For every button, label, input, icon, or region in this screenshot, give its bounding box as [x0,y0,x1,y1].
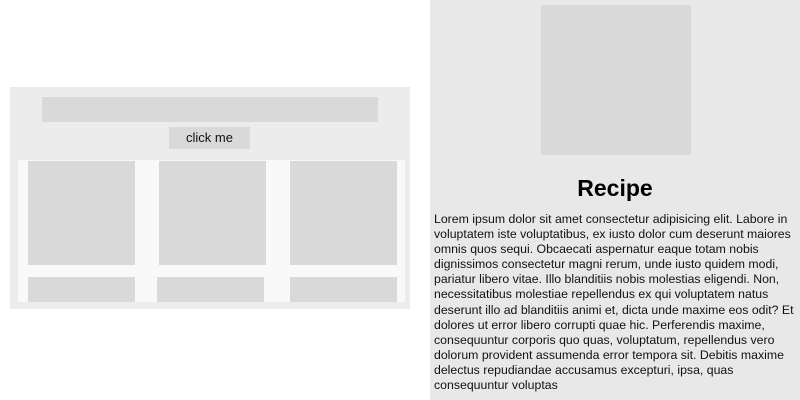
recipe-image-placeholder [541,5,691,155]
grid-tile [159,161,266,265]
tile-grid [18,160,405,302]
grid-tile [157,277,264,302]
grid-tile [290,161,397,265]
recipe-title: Recipe [577,175,653,201]
grid-tile [290,277,397,302]
recipe-panel: Recipe Lorem ipsum dolor sit amet consec… [430,0,800,400]
click-me-button[interactable]: click me [169,127,250,149]
grid-tile [28,161,135,265]
grid-tile [28,277,135,302]
placeholder-bar [42,97,378,122]
left-panel: click me [10,87,410,309]
recipe-body-text: Lorem ipsum dolor sit amet consectetur a… [434,212,794,393]
